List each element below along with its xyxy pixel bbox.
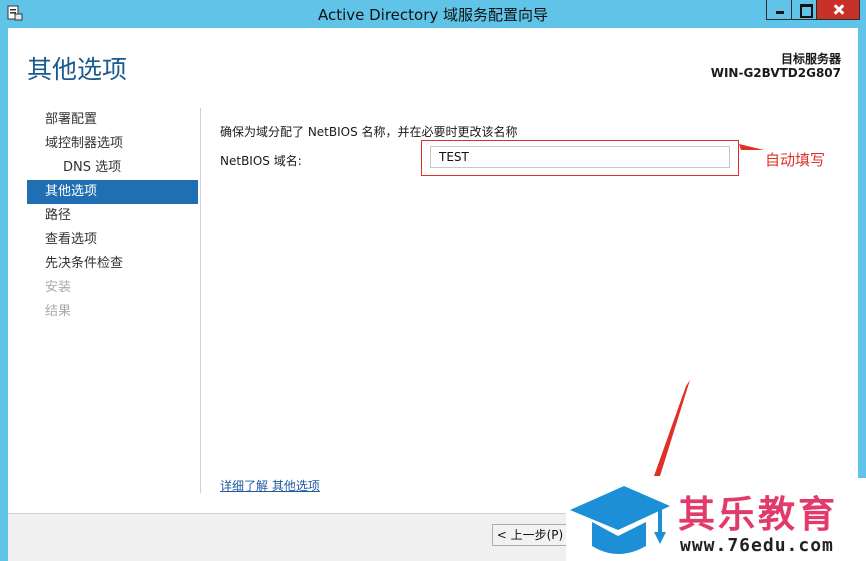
nav-item-additional-options[interactable]: 其他选项 (27, 180, 198, 204)
window-controls (766, 0, 860, 20)
nav-item-paths[interactable]: 路径 (27, 204, 198, 228)
title-bar: Active Directory 域服务配置向导 (0, 0, 866, 28)
watermark-brand: 其乐教育 (678, 493, 838, 536)
target-server-label: 目标服务器 (780, 52, 841, 66)
maximize-button[interactable] (791, 0, 817, 20)
minimize-button[interactable] (766, 0, 792, 20)
close-button[interactable] (816, 0, 860, 20)
nav-item-results: 结果 (45, 304, 72, 319)
netbios-name-input[interactable]: TEST (430, 146, 730, 168)
instruction-text: 确保为域分配了 NetBIOS 名称，并在必要时更改该名称 (220, 125, 518, 139)
page-title: 其他选项 (27, 55, 128, 84)
nav-item-dc-options[interactable]: 域控制器选项 (27, 132, 198, 156)
previous-button[interactable]: < 上一步(P) (492, 524, 568, 546)
netbios-label: NetBIOS 域名: (220, 154, 302, 168)
nav-item-dns-options[interactable]: DNS 选项 (27, 156, 198, 180)
learn-more-link[interactable]: 详细了解 其他选项 (220, 477, 320, 494)
nav-item-install: 安装 (45, 280, 72, 295)
nav-divider (200, 108, 201, 493)
annotation-text: 自动填写 (765, 151, 826, 169)
nav-item-deployment-config[interactable]: 部署配置 (27, 108, 198, 132)
graduation-cap-icon (570, 486, 670, 554)
window-title: Active Directory 域服务配置向导 (317, 6, 549, 24)
wizard-nav: 部署配置 域控制器选项 DNS 选项 其他选项 路径 查看选项 先决条件检查 安… (27, 108, 198, 324)
nav-item-review-options[interactable]: 查看选项 (27, 228, 198, 252)
nav-item-prereq-check[interactable]: 先决条件检查 (27, 252, 198, 276)
target-server-name: WIN-G2BVTD2G807 (710, 66, 841, 80)
watermark-url: www.76edu.com (680, 535, 834, 556)
watermark-logo: 其乐教育 www.76edu.com (566, 478, 866, 561)
